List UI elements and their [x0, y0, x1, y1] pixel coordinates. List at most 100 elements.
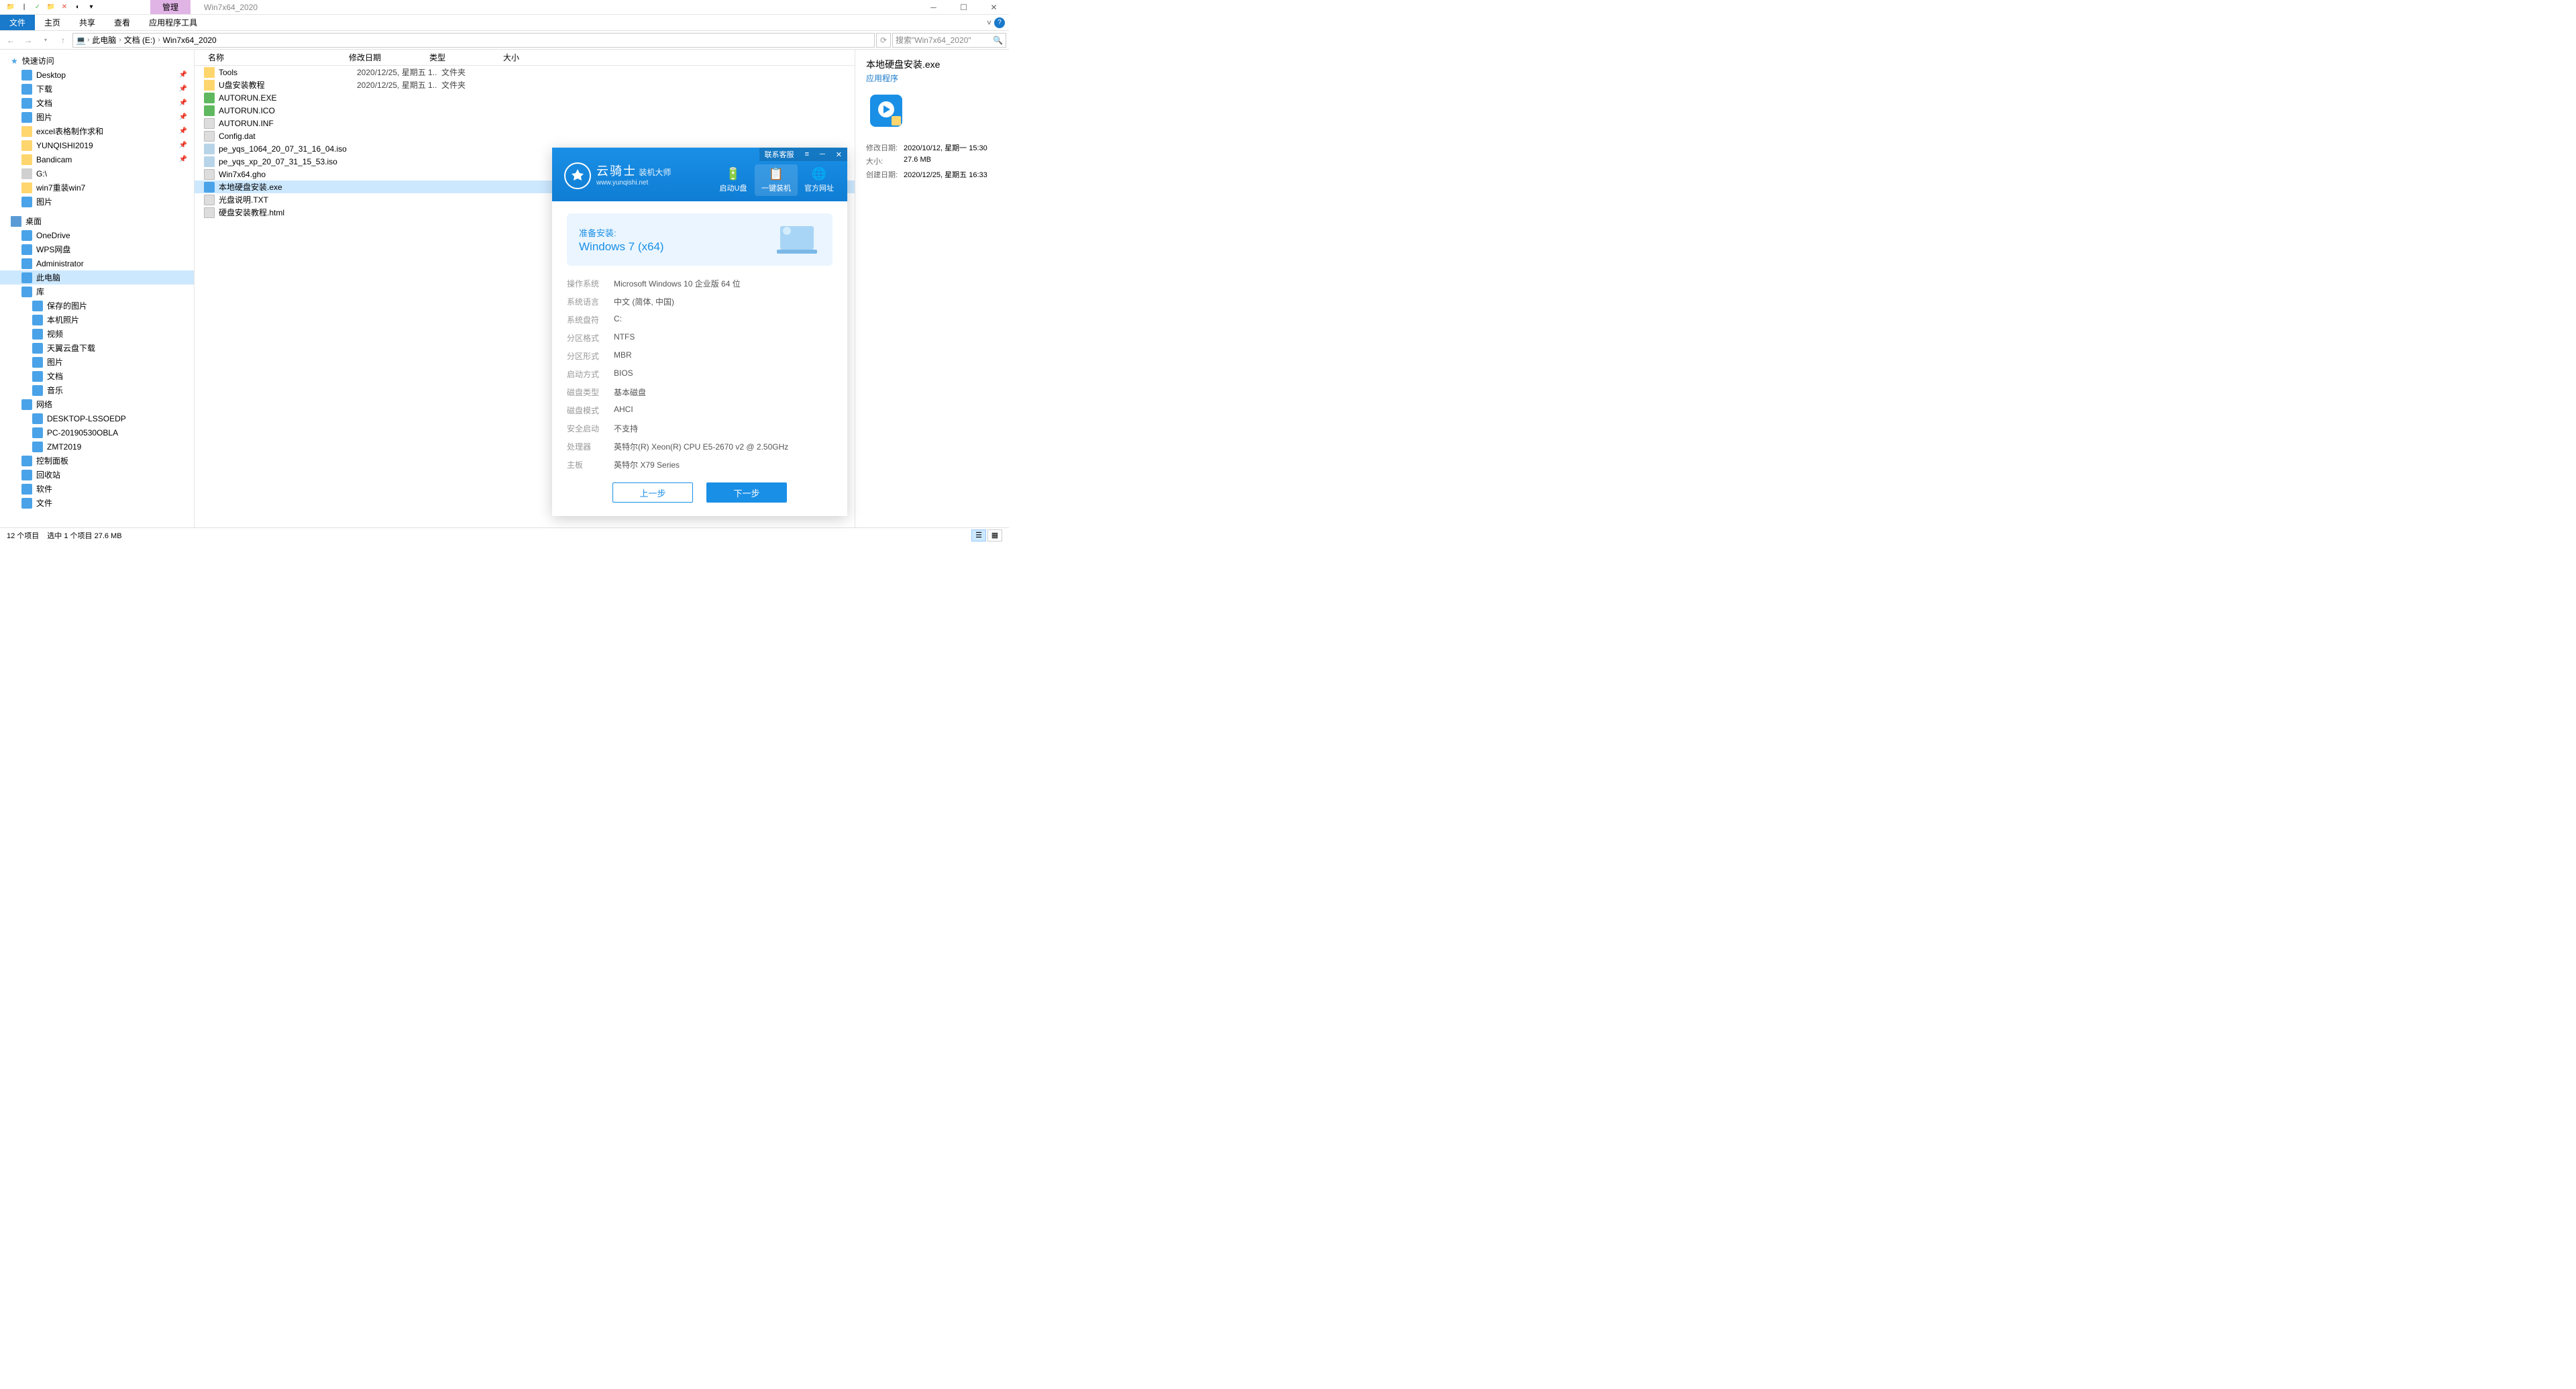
sidebar-item[interactable]: win7重装win7 — [0, 181, 194, 195]
sidebar-item[interactable]: 图片 — [0, 195, 194, 209]
sidebar-item[interactable]: 视频 — [0, 327, 194, 341]
folder-icon — [21, 154, 32, 165]
file-row[interactable]: U盘安装教程2020/12/25, 星期五 1...文件夹 — [195, 79, 855, 91]
file-row[interactable]: Config.dat — [195, 130, 855, 142]
sidebar-item[interactable]: 音乐 — [0, 383, 194, 397]
info-value: NTFS — [614, 332, 635, 344]
column-size[interactable]: 大小 — [503, 52, 557, 63]
chevron-right-icon[interactable]: › — [87, 36, 89, 44]
sidebar-item[interactable]: G:\ — [0, 166, 194, 181]
column-name[interactable]: 名称 — [208, 52, 349, 63]
search-input[interactable]: 搜索"Win7x64_2020" 🔍 — [892, 33, 1006, 48]
prev-button[interactable]: 上一步 — [612, 482, 693, 503]
sidebar-item[interactable]: PC-20190530OBLA — [0, 425, 194, 440]
sidebar-item[interactable]: 控制面板 — [0, 454, 194, 468]
navigation-pane[interactable]: ★ 快速访问 Desktop📌下载📌文档📌图片📌excel表格制作求和📌YUNQ… — [0, 50, 195, 527]
app-icon — [866, 91, 906, 131]
sidebar-item[interactable]: 下载📌 — [0, 82, 194, 96]
dialog-nav-item[interactable]: 📋一键装机 — [755, 164, 798, 196]
close-button[interactable]: ✕ — [979, 0, 1009, 15]
sidebar-item[interactable]: 软件 — [0, 482, 194, 496]
item-icon — [32, 413, 43, 424]
column-type[interactable]: 类型 — [429, 52, 503, 63]
file-row[interactable]: AUTORUN.INF — [195, 117, 855, 130]
sidebar-item[interactable]: OneDrive — [0, 228, 194, 242]
sidebar-item[interactable]: 本机照片 — [0, 313, 194, 327]
addressbar: ← → ▾ ↑ 💻 › 此电脑 › 文档 (E:) › Win7x64_2020… — [0, 31, 1009, 50]
file-row[interactable]: AUTORUN.EXE — [195, 91, 855, 104]
dropdown-icon[interactable]: ▾ — [86, 2, 97, 13]
folder-icon[interactable]: 📁 — [46, 2, 56, 13]
folder-icon — [21, 168, 32, 179]
icons-view-button[interactable]: ▦ — [987, 529, 1002, 542]
sidebar-desktop[interactable]: 桌面 — [0, 214, 194, 228]
file-row[interactable]: Tools2020/12/25, 星期五 1...文件夹 — [195, 66, 855, 79]
breadcrumb[interactable]: 💻 › 此电脑 › 文档 (E:) › Win7x64_2020 — [72, 33, 875, 48]
sidebar-item[interactable]: YUNQISHI2019📌 — [0, 138, 194, 152]
column-date[interactable]: 修改日期 — [349, 52, 429, 63]
maximize-button[interactable]: ☐ — [949, 0, 979, 15]
properties-icon[interactable]: ◐ — [72, 2, 83, 13]
minimize-icon[interactable]: ─ — [814, 148, 830, 161]
sidebar-item[interactable]: 图片📌 — [0, 110, 194, 124]
history-dropdown[interactable]: ▾ — [38, 32, 54, 48]
info-row: 操作系统Microsoft Windows 10 企业版 64 位 — [567, 278, 833, 289]
tab-share[interactable]: 共享 — [70, 15, 105, 30]
sidebar-item[interactable]: 保存的图片 — [0, 299, 194, 313]
sidebar-item[interactable]: Desktop📌 — [0, 68, 194, 82]
sidebar-item-label: 本机照片 — [47, 314, 79, 325]
sidebar-item[interactable]: ZMT2019 — [0, 440, 194, 454]
sidebar-item[interactable]: Bandicam📌 — [0, 152, 194, 166]
chevron-right-icon[interactable]: › — [158, 36, 160, 44]
minimize-button[interactable]: ─ — [918, 0, 949, 15]
sidebar-item[interactable]: 天翼云盘下载 — [0, 341, 194, 355]
dialog-nav-item[interactable]: 🔋启动U盘 — [712, 164, 755, 196]
chevron-down-icon[interactable]: ˅ — [987, 18, 991, 28]
logo-url: www.yunqishi.net — [596, 179, 671, 187]
next-button[interactable]: 下一步 — [706, 482, 787, 503]
delete-icon[interactable]: ✕ — [59, 2, 70, 13]
help-icon[interactable]: ? — [994, 17, 1005, 28]
sidebar-item[interactable]: 此电脑 — [0, 270, 194, 285]
sidebar-item[interactable]: 文档 — [0, 369, 194, 383]
tab-home[interactable]: 主页 — [35, 15, 70, 30]
star-icon: ★ — [11, 56, 18, 66]
sidebar-item-label: YUNQISHI2019 — [36, 141, 93, 150]
sidebar-item[interactable]: WPS网盘 — [0, 242, 194, 256]
item-icon — [32, 357, 43, 368]
sidebar-item[interactable]: 图片 — [0, 355, 194, 369]
sidebar-item[interactable]: 网络 — [0, 397, 194, 411]
up-button[interactable]: ↑ — [55, 32, 71, 48]
sidebar-item[interactable]: 库 — [0, 285, 194, 299]
refresh-button[interactable]: ⟳ — [876, 33, 891, 48]
dialog-nav-item[interactable]: 🌐官方网址 — [798, 164, 841, 196]
sidebar-item[interactable]: DESKTOP-LSSOEDP — [0, 411, 194, 425]
file-icon — [204, 195, 215, 205]
back-button[interactable]: ← — [3, 32, 19, 48]
dialog-nav: 🔋启动U盘📋一键装机🌐官方网址 — [712, 164, 841, 196]
file-row[interactable]: AUTORUN.ICO — [195, 104, 855, 117]
tab-view[interactable]: 查看 — [105, 15, 140, 30]
check-icon[interactable]: ✓ — [32, 2, 43, 13]
nav-icon: 🔋 — [712, 167, 755, 181]
breadcrumb-docs[interactable]: 文档 (E:) — [123, 34, 157, 46]
contact-button[interactable]: 联系客服 — [759, 148, 800, 161]
tab-app-tools[interactable]: 应用程序工具 — [140, 15, 207, 30]
search-icon[interactable]: 🔍 — [993, 36, 1003, 45]
sidebar-item[interactable]: 文件 — [0, 496, 194, 510]
sidebar-item[interactable]: 回收站 — [0, 468, 194, 482]
dialog-body: 准备安装: Windows 7 (x64) 操作系统Microsoft Wind… — [552, 201, 847, 516]
close-icon[interactable]: ✕ — [830, 148, 847, 161]
contextual-tab[interactable]: 管理 — [150, 0, 191, 14]
menu-icon[interactable]: ≡ — [800, 148, 814, 161]
chevron-right-icon[interactable]: › — [119, 36, 121, 44]
breadcrumb-folder[interactable]: Win7x64_2020 — [162, 36, 218, 45]
breadcrumb-this-pc[interactable]: 此电脑 — [91, 34, 117, 46]
tab-file[interactable]: 文件 — [0, 15, 35, 30]
forward-button[interactable]: → — [20, 32, 36, 48]
sidebar-item[interactable]: Administrator — [0, 256, 194, 270]
sidebar-item[interactable]: excel表格制作求和📌 — [0, 124, 194, 138]
sidebar-quick-access[interactable]: ★ 快速访问 — [0, 54, 194, 68]
sidebar-item[interactable]: 文档📌 — [0, 96, 194, 110]
details-view-button[interactable]: ☰ — [971, 529, 986, 542]
